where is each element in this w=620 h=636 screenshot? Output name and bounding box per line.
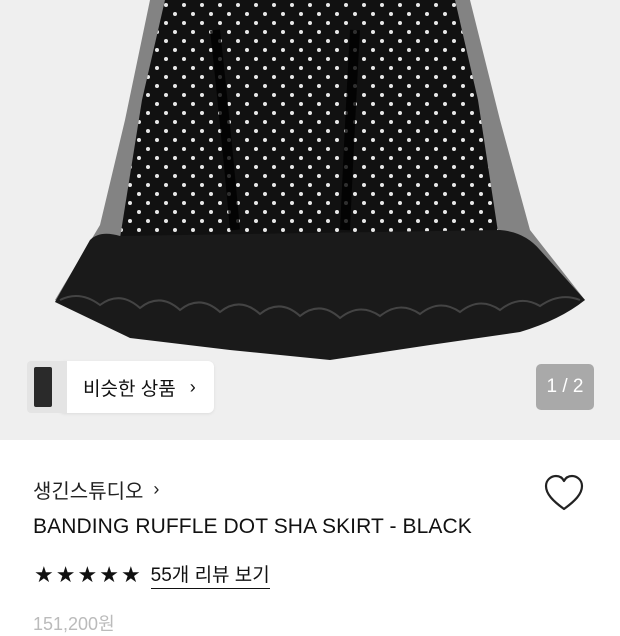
product-title: BANDING RUFFLE DOT SHA SKIRT - BLACK xyxy=(33,515,472,538)
similar-products-button[interactable]: 비슷한 상품 › xyxy=(27,361,214,413)
chevron-right-icon: › xyxy=(153,479,160,499)
star-filled-icon: ★ xyxy=(77,561,98,587)
reviews-link[interactable]: 55개 리뷰 보기 xyxy=(150,560,270,589)
star-filled-icon: ★ xyxy=(34,561,54,587)
product-image-carousel[interactable]: 비슷한 상품 › 1 / 2 xyxy=(0,0,620,440)
image-page-counter: 1 / 2 xyxy=(536,364,594,410)
rating-stars: ★ ★ ★ ★ ★ xyxy=(34,561,141,587)
product-price: 151,200원 xyxy=(33,614,115,634)
star-filled-icon: ★ xyxy=(120,561,141,587)
brand-name: 생긴스튜디오 xyxy=(33,481,144,503)
similar-product-thumbnail xyxy=(27,361,67,413)
similar-products-label: 비슷한 상품 xyxy=(83,378,176,400)
rating-row: ★ ★ ★ ★ ★ 55개 리뷰 보기 xyxy=(34,560,270,589)
heart-outline-icon[interactable] xyxy=(543,474,585,512)
brand-link[interactable]: 생긴스튜디오 › xyxy=(33,475,159,504)
star-filled-icon: ★ xyxy=(55,561,76,587)
similar-products-pill[interactable]: 비슷한 상품 › xyxy=(59,361,214,413)
chevron-right-icon: › xyxy=(189,376,196,397)
star-filled-icon: ★ xyxy=(99,561,119,587)
